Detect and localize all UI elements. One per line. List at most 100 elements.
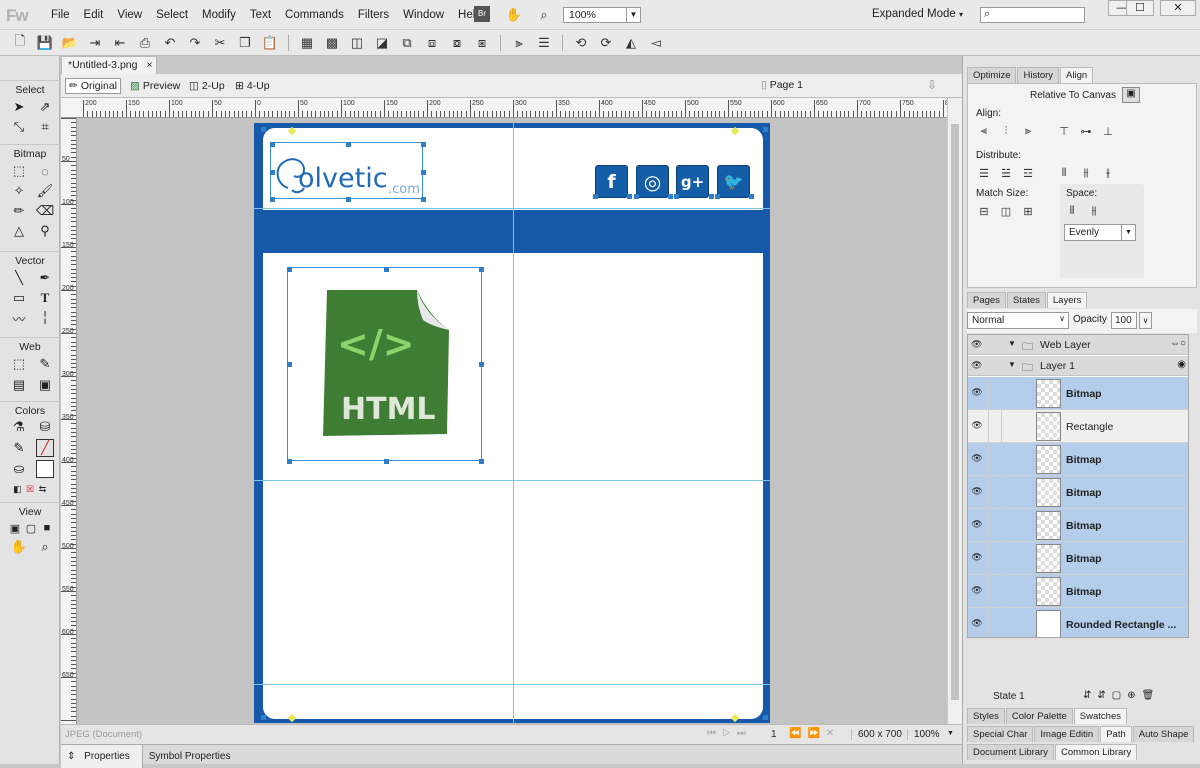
ungroup-icon[interactable]: ▩ (322, 34, 342, 52)
layer-group-row[interactable]: 👁 ▼ 🗀 Web Layer ⇔○ (968, 335, 1188, 355)
tab-optimize[interactable]: Optimize (967, 67, 1017, 83)
selection-handle[interactable] (709, 194, 714, 199)
selection-handle[interactable] (421, 197, 426, 202)
rectangle-tool-icon[interactable]: ▭ (10, 289, 28, 307)
pointer-tool-icon[interactable]: ➤ (10, 98, 28, 116)
google-plus-icon[interactable]: g+ (676, 165, 709, 198)
hotspot-tool-icon[interactable]: ⬚ (10, 355, 28, 373)
new-icon[interactable]: 🗋 (10, 33, 30, 52)
space-select[interactable]: Evenly ▼ (1064, 224, 1136, 241)
lock-toggle[interactable] (988, 476, 1002, 508)
canvas-workspace[interactable]: olvetic .com f ◎ g+ 🐦 </> HTML (77, 118, 947, 724)
menu-window[interactable]: Window (396, 9, 451, 21)
selection-handle[interactable] (634, 194, 639, 199)
distribute-center-icon[interactable]: ☱ (998, 166, 1014, 180)
zoom-tool-icon[interactable]: ⌕ (36, 538, 54, 556)
flip-v-icon[interactable]: ◅ (646, 34, 666, 52)
view-2up-button[interactable]: ◫ 2-Up (186, 78, 228, 94)
chevron-down-icon[interactable]: ▼ (947, 730, 954, 737)
playback-controls[interactable]: ⏮▷⏭ (707, 728, 752, 739)
facebook-icon[interactable]: f (595, 165, 628, 198)
scale-tool-icon[interactable]: ⤡ (10, 118, 28, 136)
menu-file[interactable]: File (44, 9, 77, 21)
menu-edit[interactable]: Edit (77, 9, 111, 21)
subselect-tool-icon[interactable]: ⇗ (36, 98, 54, 116)
selection-handle[interactable] (287, 362, 292, 367)
tab-common-library[interactable]: Common Library (1054, 744, 1138, 760)
layer-row[interactable]: 👁 Bitmap (968, 377, 1188, 410)
fill-swatch[interactable] (36, 460, 54, 478)
distribute-left-icon[interactable]: ⫴ (1056, 166, 1072, 180)
save-icon[interactable]: 💾 (35, 34, 55, 52)
eye-icon[interactable]: 👁 (970, 585, 984, 597)
zoom-select[interactable]: 100% ▼ (563, 7, 641, 23)
pen-tool-icon[interactable]: ✒ (36, 269, 54, 287)
full-screen-menus-icon[interactable]: ▢ (24, 519, 38, 537)
marquee-tool-icon[interactable]: ⬚ (10, 162, 28, 180)
distribute-icon[interactable]: ☰ (534, 34, 554, 52)
crop-tool-icon[interactable]: ⌗ (36, 118, 54, 136)
cut-icon[interactable]: ✂ (210, 34, 230, 52)
tab-styles[interactable]: Styles (967, 708, 1005, 724)
hide-slices-icon[interactable]: ▤ (10, 376, 28, 394)
selection-handle[interactable] (763, 127, 768, 132)
menu-modify[interactable]: Modify (195, 9, 243, 21)
view-4up-button[interactable]: ⊞ 4-Up (232, 78, 273, 94)
align-top-icon[interactable]: ⊤ (1056, 124, 1072, 138)
distribute-bottom-icon[interactable]: ☲ (1020, 166, 1036, 180)
eye-icon[interactable]: 👁 (971, 360, 982, 371)
blur-tool-icon[interactable]: △ (10, 222, 28, 240)
text-tool-icon[interactable]: T (36, 289, 54, 307)
selection-handle[interactable] (287, 459, 292, 464)
selection-handle[interactable] (421, 142, 426, 147)
group-icon[interactable]: ▦ (297, 34, 317, 52)
selection-handle[interactable] (479, 362, 484, 367)
selection-handle[interactable] (384, 459, 389, 464)
selection-handle[interactable] (346, 197, 351, 202)
selection-handle[interactable] (287, 267, 292, 272)
open-icon[interactable]: 📂 (60, 34, 80, 52)
tab-history[interactable]: History (1017, 67, 1060, 83)
layer-actions[interactable]: ⇵⇵▢⊕🗑 (1083, 690, 1160, 701)
document-tab[interactable]: *Untitled-3.png × (61, 56, 157, 74)
selection-handle[interactable] (479, 267, 484, 272)
join-icon[interactable]: ◫ (347, 34, 367, 52)
selection-handle[interactable] (384, 267, 389, 272)
selection-handle[interactable] (749, 194, 754, 199)
paint-bucket-tool-icon[interactable]: ⛁ (36, 418, 54, 436)
horizontal-guide[interactable] (254, 480, 770, 481)
bring-front-icon[interactable]: ⧉ (397, 34, 417, 52)
horizontal-guide[interactable] (254, 684, 770, 685)
frame-controls[interactable]: ⏪⏩✕ (789, 728, 840, 739)
hand-tool-icon[interactable]: ✋ (10, 538, 28, 556)
opacity-input[interactable]: 100 (1111, 312, 1137, 329)
rubber-stamp-tool-icon[interactable]: ⚲ (36, 222, 54, 240)
fill-color-icon[interactable]: ⛀ (10, 460, 28, 478)
layer-row[interactable]: 👁 Bitmap (968, 476, 1188, 509)
match-height-icon[interactable]: ◫ (998, 204, 1014, 218)
menu-filters[interactable]: Filters (351, 9, 396, 21)
selection-handle[interactable] (421, 170, 426, 175)
layer-row[interactable]: 👁 Bitmap (968, 443, 1188, 476)
lock-toggle[interactable] (988, 509, 1002, 541)
brush-tool-icon[interactable]: 🖌 (36, 182, 54, 200)
menu-view[interactable]: View (110, 9, 149, 21)
distribute-top-icon[interactable]: ☰ (976, 166, 992, 180)
line-tool-icon[interactable]: ╲ (10, 269, 28, 287)
tab-pages[interactable]: Pages (967, 292, 1006, 308)
selection-handle[interactable] (627, 194, 632, 199)
selection-handle[interactable] (668, 194, 673, 199)
eye-icon[interactable]: 👁 (970, 420, 984, 432)
twitter-icon[interactable]: 🐦 (717, 165, 750, 198)
distribute-middle-icon[interactable]: ⫵ (1078, 166, 1094, 180)
layer-row[interactable]: 👁 Rounded Rectangle ... (968, 608, 1188, 637)
export-icon[interactable]: ⇤ (110, 34, 130, 52)
lock-toggle[interactable] (988, 377, 1002, 409)
copy-icon[interactable]: ❐ (235, 34, 255, 52)
lock-toggle[interactable] (988, 443, 1002, 475)
page-options-icon[interactable]: ⇩ (927, 78, 937, 92)
lock-toggle[interactable] (988, 542, 1002, 574)
show-slices-icon[interactable]: ▣ (36, 376, 54, 394)
lock-toggle[interactable] (988, 410, 1002, 442)
tab-align[interactable]: Align (1060, 67, 1094, 83)
